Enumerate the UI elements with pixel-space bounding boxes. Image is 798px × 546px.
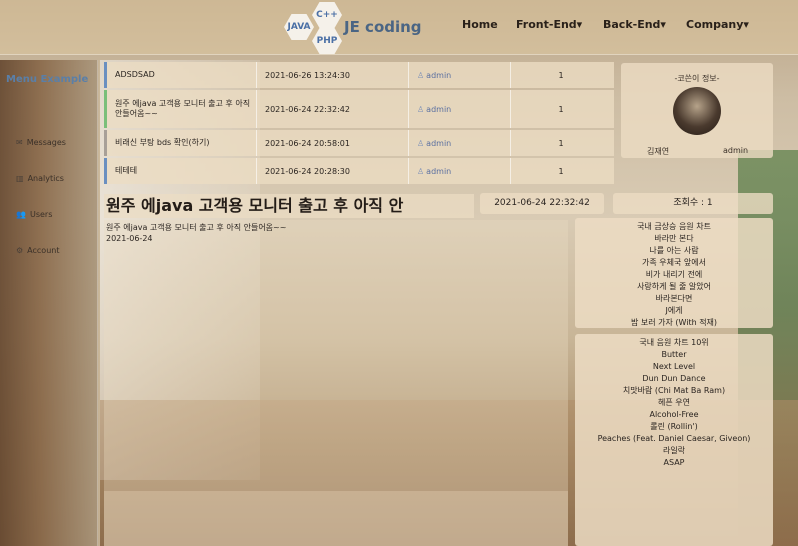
post-title-cell[interactable]: 원주 에java 고객용 모니터 출고 후 아직 안들어옴~~ bbox=[107, 90, 257, 128]
music-chart-panel-2: 국내 음원 차트 10위 Butter Next Level Dun Dun D… bbox=[575, 334, 773, 546]
post-views: 조회수 : 1 bbox=[613, 193, 773, 214]
nav-home[interactable]: Home bbox=[462, 18, 498, 31]
logo-php-hex: PHP bbox=[312, 28, 342, 54]
sidebar: Menu Example ✉ Messages ▥ Analytics 👥 Us… bbox=[0, 60, 98, 546]
post-author-cell: ♙ admin bbox=[409, 90, 511, 128]
nav-front-end[interactable]: Front-End▾ bbox=[516, 18, 582, 31]
user-icon: ♙ bbox=[417, 166, 425, 176]
user-icon: ♙ bbox=[417, 138, 425, 148]
logo-java-hex: JAVA bbox=[284, 14, 314, 40]
post-body-date: 2021-06-24 bbox=[106, 234, 153, 243]
sidebar-title: Menu Example bbox=[6, 74, 89, 85]
chart-item[interactable]: 비가 내리기 전에 bbox=[575, 269, 773, 281]
sidebar-item-label: Account bbox=[27, 246, 60, 255]
author-name: admin bbox=[426, 166, 452, 176]
bar-chart-icon: ▥ bbox=[16, 174, 24, 183]
author-id: admin bbox=[723, 146, 749, 155]
author-name: admin bbox=[426, 138, 452, 148]
post-footer-area bbox=[104, 491, 568, 546]
users-icon: 👥 bbox=[16, 210, 26, 219]
post-body-text: 원주 에java 고객용 모니터 출고 후 아직 안들어옴~~ bbox=[106, 223, 287, 232]
post-title-cell[interactable]: 테테테 bbox=[107, 158, 257, 184]
table-row[interactable]: 비래신 부탕 bds 확인(하기) 2021-06-24 20:58:01 ♙ a… bbox=[104, 130, 614, 156]
chart-item[interactable]: Peaches (Feat. Daniel Caesar, Giveon) bbox=[575, 433, 773, 445]
chart-heading: 국내 음원 차트 10위 bbox=[639, 338, 709, 347]
author-name: 김재연 bbox=[647, 147, 670, 156]
post-count-cell: 1 bbox=[558, 104, 564, 114]
post-author-cell: ♙ admin bbox=[409, 158, 511, 184]
chart-item[interactable]: Butter bbox=[575, 349, 773, 361]
logo-text: JE coding bbox=[344, 18, 422, 36]
envelope-icon: ✉ bbox=[16, 138, 23, 147]
user-icon: ♙ bbox=[417, 70, 425, 80]
chart-item[interactable]: 헤픈 우연 bbox=[575, 397, 773, 409]
post-date-cell: 2021-06-26 13:24:30 bbox=[257, 62, 409, 88]
author-info-card: -코쓴이 정보- 김재연 admin bbox=[621, 63, 773, 158]
sidebar-item-label: Messages bbox=[26, 138, 66, 147]
chart-item[interactable]: 밤 보러 가자 (With 적재) bbox=[575, 317, 773, 329]
chart-item[interactable]: J에게 bbox=[575, 305, 773, 317]
music-chart-panel-1: 국내 금상승 음원 차트 바라만 본다 나를 아는 사람 가족 우체국 앞에서 … bbox=[575, 218, 773, 328]
table-row[interactable]: 테테테 2021-06-24 20:28:30 ♙ admin 1 bbox=[104, 158, 614, 184]
sidebar-item-account[interactable]: ⚙ Account bbox=[16, 246, 59, 255]
table-row[interactable]: 원주 에java 고객용 모니터 출고 후 아직 안들어옴~~ 2021-06-… bbox=[104, 90, 614, 128]
chart-item[interactable]: 라일락 bbox=[575, 445, 773, 457]
post-title-cell[interactable]: 비래신 부탕 bds 확인(하기) bbox=[107, 130, 257, 156]
post-count-cell: 1 bbox=[558, 138, 564, 148]
sidebar-item-label: Analytics bbox=[27, 174, 64, 183]
chart-item[interactable]: 롤린 (Rollin') bbox=[575, 421, 773, 433]
top-navbar: C++ JAVA PHP JE coding Home Front-End▾ B… bbox=[0, 0, 798, 55]
sidebar-item-analytics[interactable]: ▥ Analytics bbox=[16, 174, 64, 183]
sidebar-item-users[interactable]: 👥 Users bbox=[16, 210, 52, 219]
post-body: 원주 에java 고객용 모니터 출고 후 아직 안들어옴~~ 2021-06-… bbox=[104, 220, 568, 491]
author-info-heading: -코쓴이 정보- bbox=[674, 74, 720, 83]
sidebar-item-messages[interactable]: ✉ Messages bbox=[16, 138, 66, 147]
chart-item[interactable]: 바라본다면 bbox=[575, 293, 773, 305]
chart-item[interactable]: ASAP bbox=[575, 457, 773, 469]
nav-company[interactable]: Company▾ bbox=[686, 18, 749, 31]
site-logo[interactable]: C++ JAVA PHP JE coding bbox=[284, 2, 424, 54]
chart-item[interactable]: 가족 우체국 앞에서 bbox=[575, 257, 773, 269]
user-icon: ♙ bbox=[417, 104, 425, 114]
post-count-cell: 1 bbox=[558, 70, 564, 80]
gear-icon: ⚙ bbox=[16, 246, 24, 255]
author-name: admin bbox=[426, 70, 452, 80]
post-title: 원주 에java 고객용 모니터 출고 후 아직 안 bbox=[104, 194, 474, 218]
chart-item[interactable]: Alcohol-Free bbox=[575, 409, 773, 421]
chart-heading: 국내 금상승 음원 차트 bbox=[637, 222, 711, 231]
post-count-cell: 1 bbox=[558, 166, 564, 176]
chart-item[interactable]: Dun Dun Dance bbox=[575, 373, 773, 385]
chart-item[interactable]: 바라만 본다 bbox=[575, 233, 773, 245]
sidebar-item-label: Users bbox=[29, 210, 53, 219]
chart-item[interactable]: 사랑하게 될 줄 알았어 bbox=[575, 281, 773, 293]
post-date-cell: 2021-06-24 22:32:42 bbox=[257, 90, 409, 128]
post-author-cell: ♙ admin bbox=[409, 62, 511, 88]
post-author-cell: ♙ admin bbox=[409, 130, 511, 156]
table-row[interactable]: ADSDSAD 2021-06-26 13:24:30 ♙ admin 1 bbox=[104, 62, 614, 88]
logo-cpp-hex: C++ bbox=[312, 2, 342, 28]
post-date-cell: 2021-06-24 20:28:30 bbox=[257, 158, 409, 184]
author-name: admin bbox=[426, 104, 452, 114]
chart-item[interactable]: 나를 아는 사람 bbox=[575, 245, 773, 257]
post-date-cell: 2021-06-24 20:58:01 bbox=[257, 130, 409, 156]
avatar bbox=[673, 87, 721, 135]
chart-item[interactable]: Next Level bbox=[575, 361, 773, 373]
post-title-cell[interactable]: ADSDSAD bbox=[107, 62, 257, 88]
chart-item[interactable]: 치맛바람 (Chi Mat Ba Ram) bbox=[575, 385, 773, 397]
post-date: 2021-06-24 22:32:42 bbox=[480, 193, 604, 214]
nav-back-end[interactable]: Back-End▾ bbox=[603, 18, 666, 31]
